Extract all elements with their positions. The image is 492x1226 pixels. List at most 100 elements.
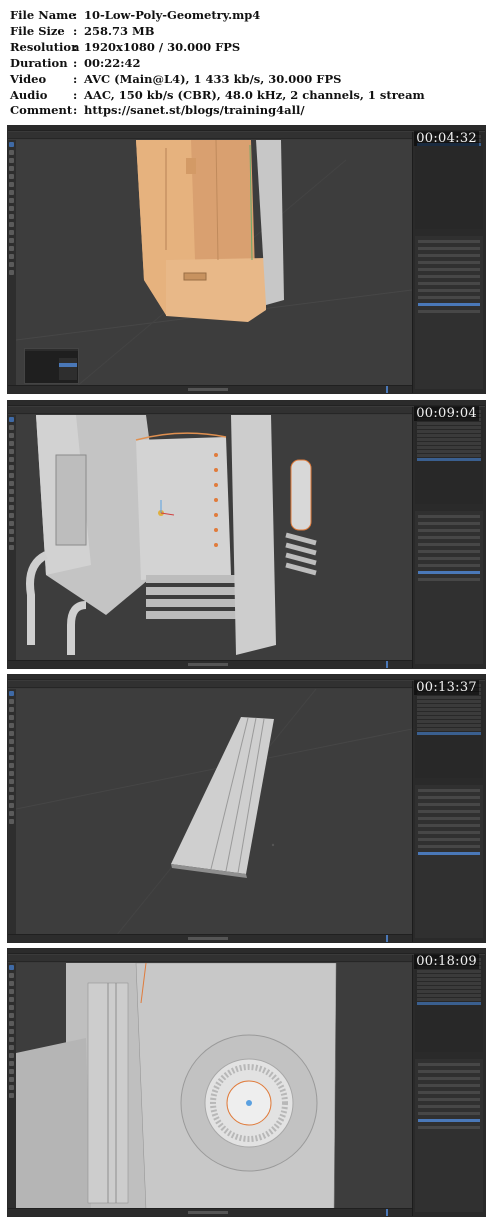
measure-icon[interactable] [9, 747, 14, 752]
playback-controls[interactable] [188, 1211, 228, 1214]
3d-viewport[interactable] [16, 140, 412, 385]
inset-icon[interactable] [9, 489, 14, 494]
cursor-icon[interactable] [9, 973, 14, 978]
smooth-icon[interactable] [9, 1085, 14, 1090]
rotate-icon[interactable] [9, 441, 14, 446]
outliner-row[interactable] [417, 454, 481, 457]
measure-icon[interactable] [9, 473, 14, 478]
select-tool-icon[interactable] [9, 142, 14, 147]
outliner-row[interactable] [417, 442, 481, 445]
outliner-row[interactable] [417, 446, 481, 449]
active-material-slot[interactable] [418, 303, 480, 306]
3d-viewport[interactable] [16, 415, 412, 660]
select-tool-icon[interactable] [9, 965, 14, 970]
inset-icon[interactable] [9, 1037, 14, 1042]
select-tool-icon[interactable] [9, 417, 14, 422]
playhead[interactable] [386, 1209, 388, 1216]
polybuild-icon[interactable] [9, 1069, 14, 1074]
playback-controls[interactable] [188, 663, 228, 666]
shear-icon[interactable] [9, 819, 14, 824]
properties-editor[interactable] [415, 511, 483, 664]
knife-icon[interactable] [9, 787, 14, 792]
select-tool-icon[interactable] [9, 691, 14, 696]
outliner-row[interactable] [417, 974, 481, 977]
polybuild-icon[interactable] [9, 521, 14, 526]
outliner-row[interactable] [417, 708, 481, 711]
playhead[interactable] [386, 661, 388, 668]
extrude-icon[interactable] [9, 755, 14, 760]
operator-panel[interactable] [24, 348, 79, 384]
extrude-icon[interactable] [9, 206, 14, 211]
outliner-row[interactable] [417, 696, 481, 699]
move-icon[interactable] [9, 981, 14, 986]
outliner-row[interactable] [417, 978, 481, 981]
outliner[interactable] [415, 957, 483, 1052]
active-material-slot[interactable] [418, 571, 480, 574]
outliner-row[interactable] [417, 426, 481, 429]
playback-controls[interactable] [188, 937, 228, 940]
annotate-icon[interactable] [9, 465, 14, 470]
outliner-row-selected[interactable] [417, 458, 481, 461]
outliner-row[interactable] [417, 450, 481, 453]
scale-icon[interactable] [9, 174, 14, 179]
polybuild-icon[interactable] [9, 795, 14, 800]
bevel-icon[interactable] [9, 222, 14, 227]
outliner-row[interactable] [417, 422, 481, 425]
spin-icon[interactable] [9, 803, 14, 808]
3d-viewport[interactable] [16, 689, 412, 934]
measure-icon[interactable] [9, 1021, 14, 1026]
outliner[interactable] [415, 409, 483, 504]
transform-icon[interactable] [9, 457, 14, 462]
outliner-row[interactable] [417, 704, 481, 707]
outliner-row[interactable] [417, 990, 481, 993]
3d-viewport[interactable] [16, 963, 412, 1208]
rotate-icon[interactable] [9, 715, 14, 720]
transform-icon[interactable] [9, 1005, 14, 1010]
bevel-icon[interactable] [9, 1045, 14, 1050]
shear-icon[interactable] [9, 1093, 14, 1098]
inset-icon[interactable] [9, 214, 14, 219]
outliner-row[interactable] [417, 986, 481, 989]
outliner-row[interactable] [417, 712, 481, 715]
extrude-icon[interactable] [9, 1029, 14, 1034]
knife-icon[interactable] [9, 1061, 14, 1066]
spin-icon[interactable] [9, 1077, 14, 1082]
outliner-row[interactable] [417, 434, 481, 437]
smooth-icon[interactable] [9, 537, 14, 542]
timeline-bar[interactable] [8, 934, 412, 942]
scale-icon[interactable] [9, 723, 14, 728]
outliner-row[interactable] [417, 716, 481, 719]
bevel-icon[interactable] [9, 771, 14, 776]
playhead[interactable] [386, 935, 388, 942]
scale-icon[interactable] [9, 997, 14, 1002]
rotate-icon[interactable] [9, 166, 14, 171]
spin-icon[interactable] [9, 529, 14, 534]
knife-icon[interactable] [9, 513, 14, 518]
outliner-row[interactable] [417, 970, 481, 973]
polybuild-icon[interactable] [9, 246, 14, 251]
scale-icon[interactable] [9, 449, 14, 454]
outliner[interactable] [415, 683, 483, 778]
dropdown-selected-item[interactable] [59, 363, 77, 367]
loopcut-icon[interactable] [9, 505, 14, 510]
cursor-icon[interactable] [9, 699, 14, 704]
outliner[interactable] [415, 134, 483, 229]
inset-icon[interactable] [9, 763, 14, 768]
move-icon[interactable] [9, 158, 14, 163]
bevel-icon[interactable] [9, 497, 14, 502]
timeline-bar[interactable] [8, 1208, 412, 1216]
active-material-slot[interactable] [418, 1119, 480, 1122]
move-icon[interactable] [9, 707, 14, 712]
annotate-icon[interactable] [9, 190, 14, 195]
outliner-row[interactable] [417, 998, 481, 1001]
rotate-icon[interactable] [9, 989, 14, 994]
outliner-row[interactable] [417, 994, 481, 997]
playback-controls[interactable] [188, 388, 228, 391]
outliner-row[interactable] [417, 438, 481, 441]
transform-icon[interactable] [9, 182, 14, 187]
playhead[interactable] [386, 386, 388, 393]
timeline-bar[interactable] [8, 385, 412, 393]
outliner-row-selected[interactable] [417, 732, 481, 735]
outliner-row-selected[interactable] [417, 1002, 481, 1005]
properties-editor[interactable] [415, 785, 483, 938]
